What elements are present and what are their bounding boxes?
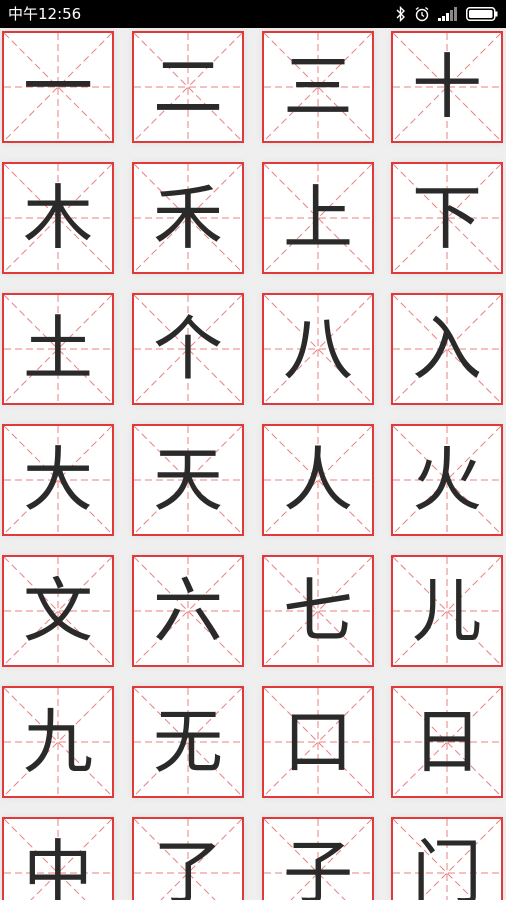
status-time: 中午12:56	[8, 5, 82, 23]
character-card[interactable]: 日	[391, 686, 503, 798]
character-card[interactable]: 天	[132, 424, 244, 536]
character-card[interactable]: 八	[262, 293, 374, 405]
character-glyph: 门	[412, 832, 482, 900]
character-glyph: 中	[23, 832, 93, 900]
character-glyph: 大	[23, 439, 93, 521]
character-card[interactable]: 三	[262, 31, 374, 143]
character-card[interactable]: 门	[391, 817, 503, 900]
character-grid: 一二三十木禾上下土个八入大天人火文六七儿九无口日中了子门	[0, 28, 506, 900]
character-glyph: 十	[412, 46, 482, 128]
character-card[interactable]: 九	[2, 686, 114, 798]
character-glyph: 七	[283, 570, 353, 652]
character-card[interactable]: 儿	[391, 555, 503, 667]
character-card[interactable]: 子	[262, 817, 374, 900]
character-card[interactable]: 入	[391, 293, 503, 405]
alarm-icon	[414, 6, 430, 22]
character-glyph: 土	[23, 308, 93, 390]
status-bar: 中午12:56	[0, 0, 506, 28]
character-card[interactable]: 口	[262, 686, 374, 798]
character-card[interactable]: 文	[2, 555, 114, 667]
character-glyph: 入	[412, 308, 482, 390]
character-glyph: 下	[412, 177, 482, 259]
character-glyph: 八	[283, 308, 353, 390]
character-card[interactable]: 火	[391, 424, 503, 536]
character-card[interactable]: 十	[391, 31, 503, 143]
character-glyph: 无	[153, 701, 223, 783]
character-glyph: 了	[153, 832, 223, 900]
signal-icon	[438, 7, 458, 21]
character-glyph: 木	[23, 177, 93, 259]
character-glyph: 文	[23, 570, 93, 652]
character-glyph: 三	[283, 46, 353, 128]
character-card[interactable]: 七	[262, 555, 374, 667]
character-card[interactable]: 了	[132, 817, 244, 900]
character-card[interactable]: 无	[132, 686, 244, 798]
character-glyph: 口	[283, 701, 353, 783]
character-card[interactable]: 大	[2, 424, 114, 536]
character-card[interactable]: 人	[262, 424, 374, 536]
character-glyph: 九	[23, 701, 93, 783]
character-glyph: 天	[153, 439, 223, 521]
character-card[interactable]: 禾	[132, 162, 244, 274]
character-card[interactable]: 木	[2, 162, 114, 274]
battery-icon	[466, 7, 498, 21]
character-glyph: 子	[283, 832, 353, 900]
character-glyph: 个	[153, 308, 223, 390]
character-card[interactable]: 一	[2, 31, 114, 143]
bluetooth-icon	[396, 6, 406, 22]
character-card[interactable]: 土	[2, 293, 114, 405]
character-glyph: 禾	[153, 177, 223, 259]
character-glyph: 一	[23, 46, 93, 128]
character-card[interactable]: 下	[391, 162, 503, 274]
character-card[interactable]: 上	[262, 162, 374, 274]
character-card[interactable]: 中	[2, 817, 114, 900]
character-card[interactable]: 六	[132, 555, 244, 667]
character-glyph: 日	[412, 701, 482, 783]
character-card[interactable]: 个	[132, 293, 244, 405]
status-icons	[396, 5, 498, 23]
character-glyph: 二	[153, 46, 223, 128]
character-card[interactable]: 二	[132, 31, 244, 143]
character-glyph: 六	[153, 570, 223, 652]
character-glyph: 儿	[412, 570, 482, 652]
character-glyph: 人	[283, 439, 353, 521]
character-glyph: 火	[412, 439, 482, 521]
character-glyph: 上	[283, 177, 353, 259]
